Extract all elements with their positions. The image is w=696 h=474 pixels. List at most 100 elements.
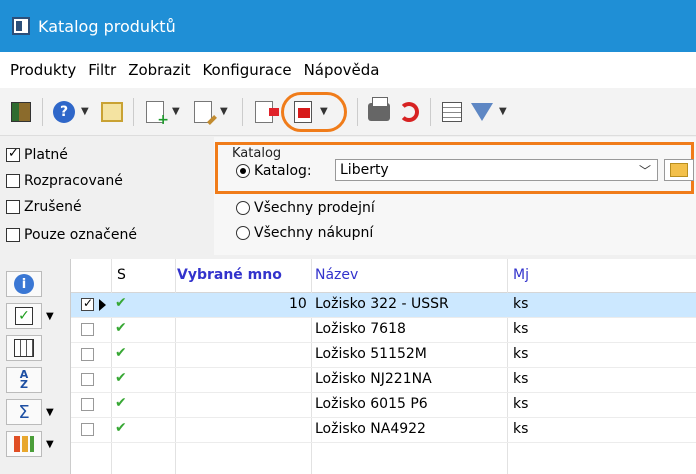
sum-button[interactable]: Σ (6, 399, 42, 425)
menu-produkty[interactable]: Produkty (10, 61, 76, 79)
row-unit: ks (513, 321, 529, 337)
menu-filtr[interactable]: Filtr (88, 61, 116, 79)
help-icon: ? (53, 100, 75, 123)
export-icon (255, 100, 279, 123)
exit-icon (11, 101, 31, 122)
row-checkbox[interactable] (81, 348, 94, 361)
filter-dropdown-arrow[interactable]: ▼ (499, 106, 509, 117)
edit-button[interactable] (190, 99, 216, 125)
radio-all-sales-button[interactable] (236, 201, 250, 215)
export-button[interactable] (251, 99, 279, 125)
column-header-s[interactable]: S (117, 267, 126, 283)
checkbox-pouze-oznacene[interactable] (6, 228, 20, 242)
check-dropdown-arrow[interactable]: ▼ (46, 311, 54, 322)
menu-konfigurace[interactable]: Konfigurace (202, 61, 291, 79)
filter-icon (471, 102, 493, 121)
toolbar-separator (42, 97, 43, 126)
exit-button[interactable] (8, 99, 34, 125)
checkbox-zrusene[interactable] (6, 200, 20, 214)
row-checkbox[interactable] (81, 296, 94, 311)
row-name: Ložisko NJ221NA (315, 371, 432, 387)
row-checkbox[interactable] (81, 423, 94, 436)
filter-rozpracovane[interactable]: Rozpracované (6, 173, 123, 189)
chevron-down-icon[interactable]: ﹀ (639, 162, 651, 179)
valid-check-icon: ✔ (115, 295, 127, 311)
new-doc-icon (146, 100, 169, 128)
info-icon: i (14, 274, 34, 294)
row-checkbox[interactable] (81, 398, 94, 411)
row-checkbox[interactable] (81, 373, 94, 386)
table-row[interactable]: ✔ Ložisko NJ221NA ks (71, 368, 696, 393)
filter-button[interactable] (469, 99, 495, 125)
filter-platne[interactable]: Platné (6, 146, 68, 163)
catalog-browse-button[interactable] (664, 159, 694, 181)
filter-pouze-oznacene[interactable]: Pouze označené (6, 227, 137, 243)
toolbar-separator (133, 97, 134, 126)
tree-icon (101, 101, 123, 122)
row-unit: ks (513, 346, 529, 362)
new-dropdown-arrow[interactable]: ▼ (172, 106, 182, 117)
table-row[interactable]: ✔ Ložisko 7618 ks (71, 318, 696, 343)
table-row[interactable]: ✔ Ložisko 51152M ks (71, 343, 696, 368)
title-bar: Katalog produktů (0, 0, 696, 52)
help-button[interactable]: ? (51, 99, 77, 125)
refresh-button[interactable] (396, 99, 422, 125)
help-dropdown-arrow[interactable]: ▼ (81, 106, 91, 117)
row-name: Ložisko 51152M (315, 346, 427, 362)
import-dropdown-arrow[interactable]: ▼ (320, 106, 330, 117)
row-unit: ks (513, 421, 529, 437)
columns-button[interactable] (6, 335, 42, 361)
column-header-mj[interactable]: Mj (513, 267, 529, 283)
print-button[interactable] (366, 96, 392, 125)
tree-button[interactable] (99, 99, 125, 125)
list-button[interactable] (439, 99, 465, 125)
row-checkbox[interactable] (81, 323, 94, 336)
table-row[interactable]: ✔ 10 Ložisko 322 - USSR ks (71, 293, 696, 318)
check-button[interactable]: ✓ (6, 303, 42, 329)
row-unit: ks (513, 296, 529, 312)
filter-zrusene-label: Zrušené (24, 199, 82, 215)
menu-napoveda[interactable]: Nápověda (304, 61, 380, 79)
valid-check-icon: ✔ (115, 420, 127, 436)
chart-dropdown-arrow[interactable]: ▼ (46, 439, 54, 450)
sum-dropdown-arrow[interactable]: ▼ (46, 407, 54, 418)
radio-catalog[interactable]: Katalog: (236, 163, 312, 179)
toolbar: ? ▼ ▼ ▼ ▼ ▼ (0, 88, 696, 136)
catalog-combo[interactable]: Liberty ﹀ (335, 159, 658, 181)
checkbox-platne[interactable] (6, 146, 20, 162)
column-header-vybrane-mnozstvi[interactable]: Vybrané mno (177, 267, 282, 283)
row-name: Ložisko NA4922 (315, 421, 426, 437)
radio-all-purchase[interactable]: Všechny nákupní (236, 225, 373, 241)
radio-catalog-button[interactable] (236, 164, 250, 178)
valid-check-icon: ✔ (115, 395, 127, 411)
catalog-combo-value: Liberty (340, 162, 389, 178)
chart-button[interactable] (6, 431, 42, 457)
edit-doc-icon (194, 100, 212, 123)
row-unit: ks (513, 396, 529, 412)
new-button[interactable] (142, 99, 169, 128)
import-button[interactable] (290, 99, 316, 125)
bar-chart-icon (14, 436, 34, 452)
grid-header: S Vybrané mno Název Mj (71, 259, 696, 293)
checkbox-rozpracovane[interactable] (6, 174, 20, 188)
radio-all-sales[interactable]: Všechny prodejní (236, 200, 375, 216)
table-row[interactable]: ✔ Ložisko 6015 P6 ks (71, 393, 696, 418)
list-icon (442, 101, 462, 122)
refresh-icon (399, 101, 419, 122)
print-icon (368, 96, 390, 121)
table-row[interactable]: ✔ Ložisko NA4922 ks (71, 418, 696, 443)
menu-zobrazit[interactable]: Zobrazit (128, 61, 190, 79)
sigma-icon: Σ (18, 401, 30, 423)
radio-all-sales-label: Všechny prodejní (254, 200, 375, 216)
filter-platne-label: Platné (24, 147, 68, 163)
sort-button[interactable]: AZ (6, 367, 42, 393)
row-name: Ložisko 322 - USSR (315, 296, 449, 312)
edit-dropdown-arrow[interactable]: ▼ (220, 106, 230, 117)
filter-zrusene[interactable]: Zrušené (6, 199, 82, 215)
valid-check-icon: ✔ (115, 320, 127, 336)
info-button[interactable]: i (6, 271, 42, 297)
column-header-nazev[interactable]: Název (315, 267, 358, 283)
radio-all-purchase-button[interactable] (236, 226, 250, 240)
valid-check-icon: ✔ (115, 370, 127, 386)
row-name: Ložisko 6015 P6 (315, 396, 428, 412)
